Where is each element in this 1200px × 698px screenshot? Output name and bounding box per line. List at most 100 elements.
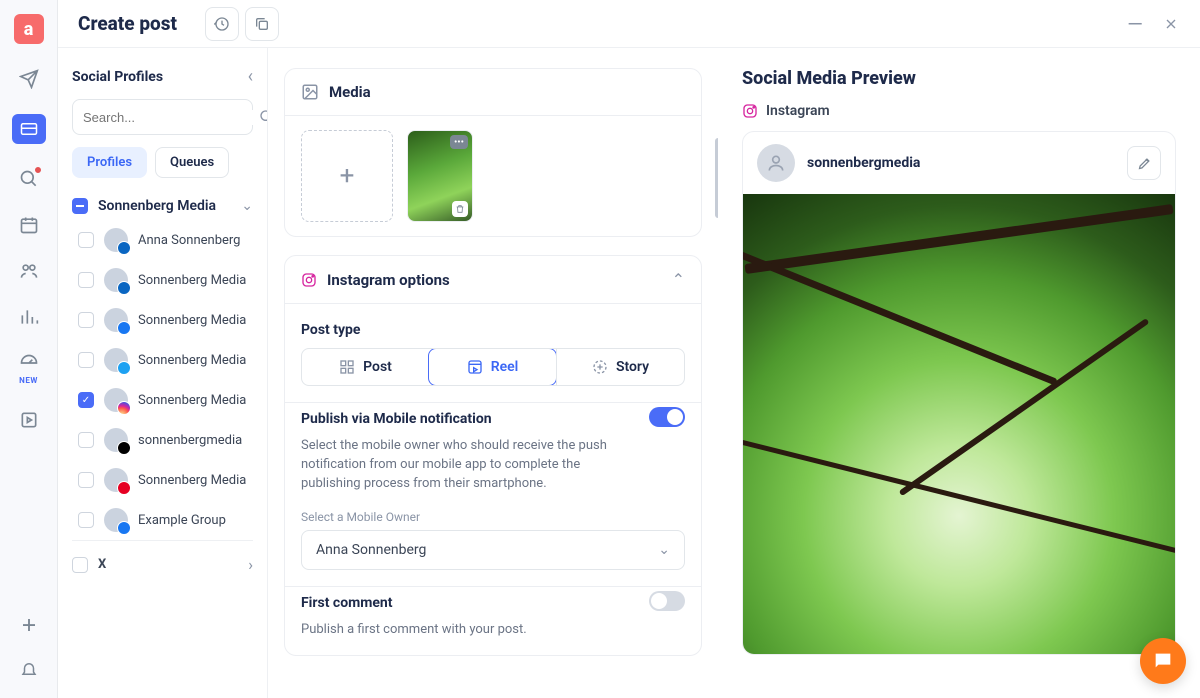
rail-new-badge: NEW [19,376,38,385]
rail-dashboard-icon[interactable] [18,352,40,374]
app-logo[interactable]: a [14,14,44,44]
rail-add-icon[interactable] [18,614,40,636]
avatar [104,348,128,372]
post-type-story[interactable]: Story [556,349,684,385]
profile-label: Anna Sonnenberg [138,233,240,248]
mobile-notification-toggle[interactable] [649,407,685,427]
instagram-icon [742,103,758,119]
group-name: Sonnenberg Media [98,198,216,214]
media-card: Media + ••• [284,68,702,237]
preview-title: Social Media Preview [742,68,1176,89]
preview-card: sonnenbergmedia [742,131,1176,655]
rail-inbox-icon[interactable] [12,114,46,144]
network-badge-instagram [117,401,131,415]
media-delete-button[interactable] [452,201,468,217]
profile-label: Sonnenberg Media [138,313,246,328]
media-thumbnail[interactable]: ••• [407,130,473,222]
profile-item[interactable]: Sonnenberg Media [72,300,253,340]
rail-globe-search-icon[interactable] [18,168,40,190]
avatar [104,268,128,292]
reel-icon [467,359,483,375]
preview-edit-button[interactable] [1127,146,1161,180]
post-type-segmented: Post Reel [301,348,685,386]
chevron-down-icon: ⌄ [241,198,253,214]
avatar [104,508,128,532]
profile-item[interactable]: Anna Sonnenberg [72,220,253,260]
mobile-owner-select[interactable]: Anna Sonnenberg ⌄ [301,530,685,570]
post-type-reel[interactable]: Reel [428,348,557,386]
profile-item[interactable]: Sonnenberg Media [72,460,253,500]
profile-checkbox[interactable] [78,232,94,248]
rail-analytics-icon[interactable] [18,306,40,328]
story-icon [592,359,608,375]
search-input-wrapper[interactable] [72,99,253,135]
close-button[interactable] [1162,15,1180,33]
first-comment-toggle[interactable] [649,591,685,611]
avatar [104,428,128,452]
rail-calendar-icon[interactable] [18,214,40,236]
sidebar-collapse-button[interactable]: ‹ [248,66,253,87]
profile-item[interactable]: Sonnenberg Media [72,340,253,380]
rail-library-icon[interactable] [18,409,40,431]
duplicate-button[interactable] [245,7,279,41]
group-checkbox-indeterminate[interactable] [72,198,88,214]
rail-team-icon[interactable] [18,260,40,282]
profile-item[interactable]: Sonnenberg Media [72,380,253,420]
profile-checkbox[interactable] [78,432,94,448]
footer-checkbox[interactable] [72,557,88,573]
profile-group-row[interactable]: Sonnenberg Media ⌄ [72,192,253,220]
avatar [104,308,128,332]
network-badge-linkedin [117,241,131,255]
media-more-button[interactable]: ••• [450,135,468,149]
rail-bell-icon[interactable] [18,658,40,680]
collapse-button[interactable]: ⌃ [672,270,685,289]
mobile-owner-label: Select a Mobile Owner [301,510,685,524]
chevron-right-icon: › [248,555,253,574]
chat-fab[interactable] [1140,638,1186,684]
instagram-options-card: Instagram options ⌃ Post type Post [284,255,702,656]
profile-label: Sonnenberg Media [138,353,246,368]
add-media-button[interactable]: + [301,130,393,222]
network-badge-pinterest [117,481,131,495]
profile-label: Sonnenberg Media [138,473,246,488]
image-icon [301,83,319,101]
profile-checkbox[interactable] [78,352,94,368]
profile-checkbox[interactable] [78,392,94,408]
media-title: Media [329,83,371,101]
minimize-button[interactable]: — [1126,15,1144,33]
profile-item[interactable]: sonnenbergmedia [72,420,253,460]
avatar [104,388,128,412]
post-editor: Media + ••• [268,48,718,698]
first-comment-title: First comment [301,595,633,611]
instagram-options-title: Instagram options [327,271,450,289]
page-title: Create post [78,12,177,35]
profile-checkbox[interactable] [78,312,94,328]
rail-notification-dot [34,166,42,174]
profile-checkbox[interactable] [78,472,94,488]
social-profiles-sidebar: Social Profiles ‹ Profiles Queues Sonnen… [58,48,268,698]
profile-checkbox[interactable] [78,512,94,528]
profile-item[interactable]: Sonnenberg Media [72,260,253,300]
rail-send-icon[interactable] [18,68,40,90]
tab-queues[interactable]: Queues [155,147,229,178]
search-input[interactable] [83,110,259,125]
sidebar-footer-row[interactable]: X › [72,540,253,588]
network-badge-twitter [117,361,131,375]
profile-label: Example Group [138,513,226,528]
preview-image [743,194,1175,654]
profile-label: Sonnenberg Media [138,273,246,288]
scrollbar-thumb[interactable] [715,138,718,218]
profile-item[interactable]: Example Group [72,500,253,540]
avatar [104,468,128,492]
post-type-label: Post type [301,322,685,338]
preview-avatar [757,144,795,182]
network-badge-linkedin [117,281,131,295]
tab-profiles[interactable]: Profiles [72,147,147,178]
titlebar: Create post — [58,0,1200,48]
first-comment-helper: Publish a first comment with your post. [301,621,633,640]
profile-checkbox[interactable] [78,272,94,288]
profile-label: sonnenbergmedia [138,433,242,448]
network-badge-facebook [117,521,131,535]
history-button[interactable] [205,7,239,41]
post-type-post[interactable]: Post [302,349,429,385]
